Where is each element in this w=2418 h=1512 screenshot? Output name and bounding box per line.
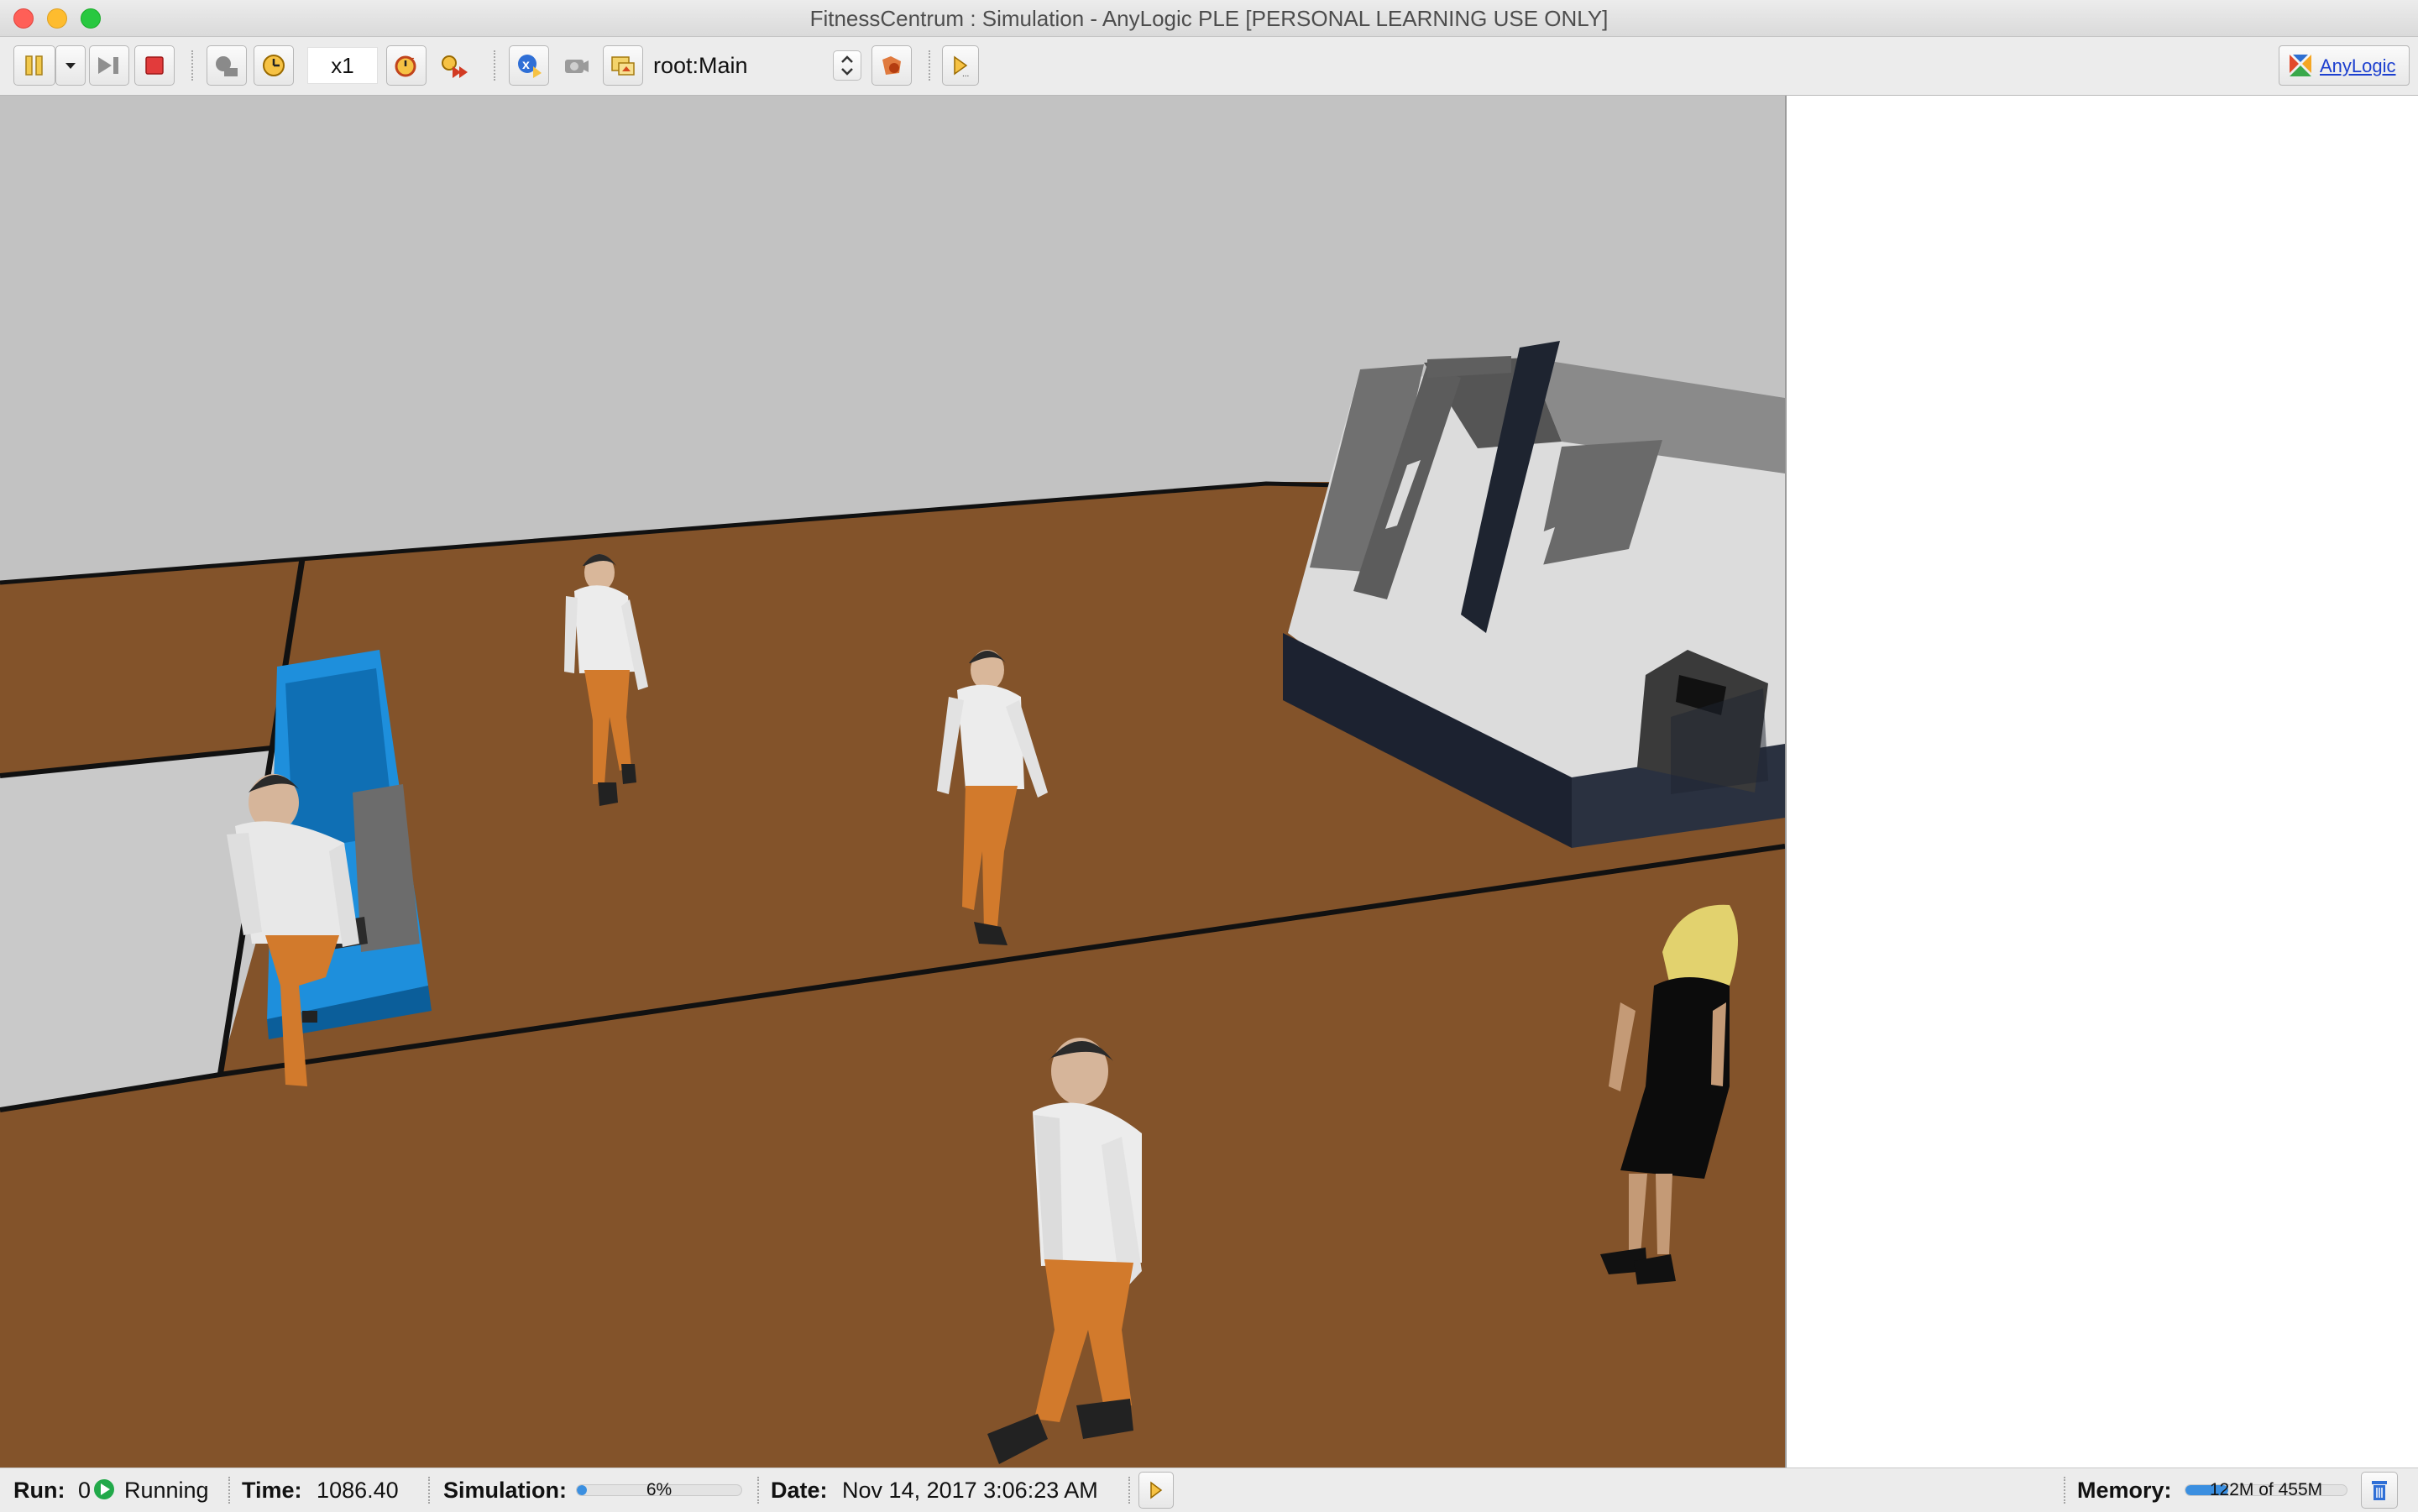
simulation-3d-view[interactable]	[0, 96, 1785, 1468]
real-time-icon	[263, 55, 285, 76]
anylogic-logo-icon	[2290, 55, 2311, 76]
status-separator	[228, 1477, 230, 1504]
toolbar-separator	[191, 50, 193, 81]
toolbar-separator	[494, 50, 495, 81]
virtual-time-icon	[216, 56, 238, 76]
window-title: FitnessCentrum : Simulation - AnyLogic P…	[809, 6, 1609, 31]
run-state: Running	[124, 1478, 209, 1503]
navigate-to-agent-icon	[882, 56, 901, 75]
speed-faster-button[interactable]	[435, 45, 475, 86]
svg-text:x: x	[522, 58, 530, 72]
run-label: Run:	[13, 1478, 65, 1503]
navigate-up-button[interactable]	[603, 45, 643, 86]
status-bar: Run: 0 Running Time: 1086.40 Simulation:…	[0, 1468, 2418, 1511]
developer-panel-button[interactable]: ...	[942, 45, 979, 86]
agent-selector-stepper[interactable]	[833, 50, 861, 81]
date-status: Date: Nov 14, 2017 3:06:23 AM	[771, 1468, 1098, 1512]
run-menu-chevron-icon	[65, 63, 76, 69]
experiment-icon: x	[518, 55, 542, 78]
developer-panel-icon: ...	[954, 55, 969, 78]
run-status: Run: 0	[13, 1468, 91, 1512]
garbage-collect-button[interactable]	[2361, 1472, 2398, 1509]
date-label: Date:	[771, 1478, 828, 1503]
toolbar: x1 - x root:Main ... AnyLogic	[0, 37, 2418, 96]
real-time-mode-button[interactable]	[254, 45, 294, 86]
virtual-time-mode-button[interactable]	[207, 45, 247, 86]
camera-button[interactable]	[556, 45, 596, 86]
svg-text:...: ...	[962, 70, 969, 78]
stop-icon	[145, 56, 164, 75]
title-bar: FitnessCentrum : Simulation - AnyLogic P…	[0, 0, 2418, 37]
developer-side-panel	[1785, 96, 2418, 1468]
toolbar-separator	[929, 50, 930, 81]
memory-label-text: Memory:	[2077, 1478, 2172, 1503]
step-icon	[98, 57, 118, 74]
status-separator	[757, 1477, 759, 1504]
time-label: Time:	[242, 1478, 302, 1503]
anylogic-link-button[interactable]: AnyLogic	[2279, 45, 2410, 86]
speed-faster-icon	[442, 55, 468, 78]
date-value: Nov 14, 2017 3:06:23 AM	[842, 1478, 1098, 1503]
developer-panel-icon	[1150, 1481, 1163, 1499]
anylogic-link-label: AnyLogic	[2320, 55, 2396, 76]
run-value: 0	[78, 1478, 92, 1503]
speed-display: x1	[307, 47, 378, 84]
run-menu-button[interactable]	[55, 45, 86, 86]
agent-selector-value: root:Main	[653, 53, 748, 78]
time-status: Time: 1086.40	[242, 1468, 399, 1512]
up-down-chevron-icon	[841, 55, 853, 76]
memory-usage-text: 122M of 455M	[2209, 1480, 2323, 1499]
scene-canvas[interactable]	[0, 96, 1785, 1468]
speed-slower-icon: -	[395, 51, 416, 77]
simulation-label: Simulation:	[443, 1468, 567, 1512]
run-pause-icon	[25, 55, 43, 76]
stop-button[interactable]	[134, 45, 175, 86]
camera-icon	[565, 60, 589, 73]
step-button[interactable]	[89, 45, 129, 86]
speed-slower-button[interactable]: -	[386, 45, 427, 86]
status-separator	[428, 1477, 430, 1504]
run-pause-button[interactable]	[13, 45, 55, 86]
memory-label: Memory:	[2077, 1468, 2172, 1512]
simulation-progress-text: 6%	[646, 1480, 673, 1499]
trash-icon	[2372, 1481, 2387, 1500]
status-separator	[1128, 1477, 1130, 1504]
navigate-to-agent-button[interactable]	[871, 45, 912, 86]
svg-text:-: -	[411, 51, 415, 64]
status-separator	[2064, 1477, 2065, 1504]
experiment-button[interactable]: x	[509, 45, 549, 86]
time-value: 1086.40	[317, 1478, 399, 1503]
running-state-icon	[94, 1479, 114, 1499]
navigate-up-icon	[611, 56, 635, 76]
status-developer-panel-button[interactable]	[1138, 1472, 1174, 1509]
simulation-label-text: Simulation:	[443, 1478, 567, 1503]
agent-selector[interactable]: root:Main	[652, 45, 866, 86]
